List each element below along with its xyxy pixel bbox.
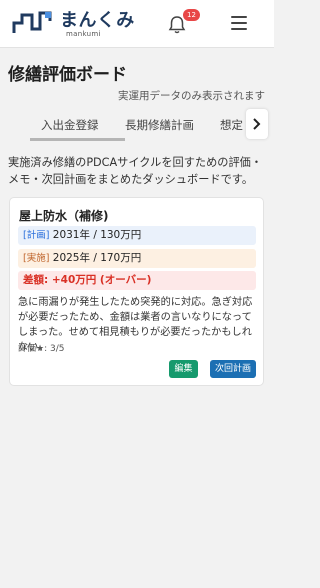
logo-subtext: mankumi [66, 30, 101, 38]
tab-estimate[interactable]: 想定 [220, 117, 243, 133]
logo[interactable]: まんくみ mankumi [12, 7, 137, 43]
menu-button[interactable] [231, 16, 247, 30]
tab-bar: 入出金登録 長期修繕計画 想定 [0, 106, 274, 142]
tab-deposit-withdrawal[interactable]: 入出金登録 [41, 117, 99, 133]
rating: 評価★: 3/5 [18, 344, 65, 354]
repair-card: 屋上防水（補修) [計画] 2031年 / 130万円 [実施] 2025年 /… [9, 197, 264, 386]
active-tab-indicator [30, 138, 125, 141]
logo-mark-icon [12, 11, 52, 33]
notification-badge: 12 [183, 9, 200, 21]
dashboard-description: 実施済み修繕のPDCAサイクルを回すための評価・メモ・次回計画をまとめたダッシュ… [8, 156, 263, 186]
logo-text: まんくみ [60, 10, 135, 31]
actual-row: [実施] 2025年 / 170万円 [18, 249, 256, 268]
actual-value: 2025年 / 170万円 [52, 252, 142, 264]
hamburger-icon [231, 16, 247, 30]
page-subtitle: 実運用データのみ表示されます [118, 90, 265, 102]
next-plan-button[interactable]: 次回計画 [210, 360, 256, 378]
difference-row: 差額: +40万円 (オーバー) [18, 271, 256, 290]
actual-tag: [実施] [23, 253, 50, 264]
repair-title: 屋上防水（補修) [19, 209, 109, 223]
plan-row: [計画] 2031年 / 130万円 [18, 226, 256, 245]
plan-value: 2031年 / 130万円 [52, 229, 142, 241]
app-header: まんくみ mankumi 12 [0, 0, 274, 48]
edit-button[interactable]: 編集 [169, 360, 198, 378]
page-title: 修繕評価ボード [8, 65, 127, 85]
chevron-right-icon [253, 118, 261, 130]
tab-scroll-right-button[interactable] [246, 109, 268, 139]
tab-long-term-plan[interactable]: 長期修繕計画 [125, 117, 194, 133]
plan-tag: [計画] [23, 230, 50, 241]
